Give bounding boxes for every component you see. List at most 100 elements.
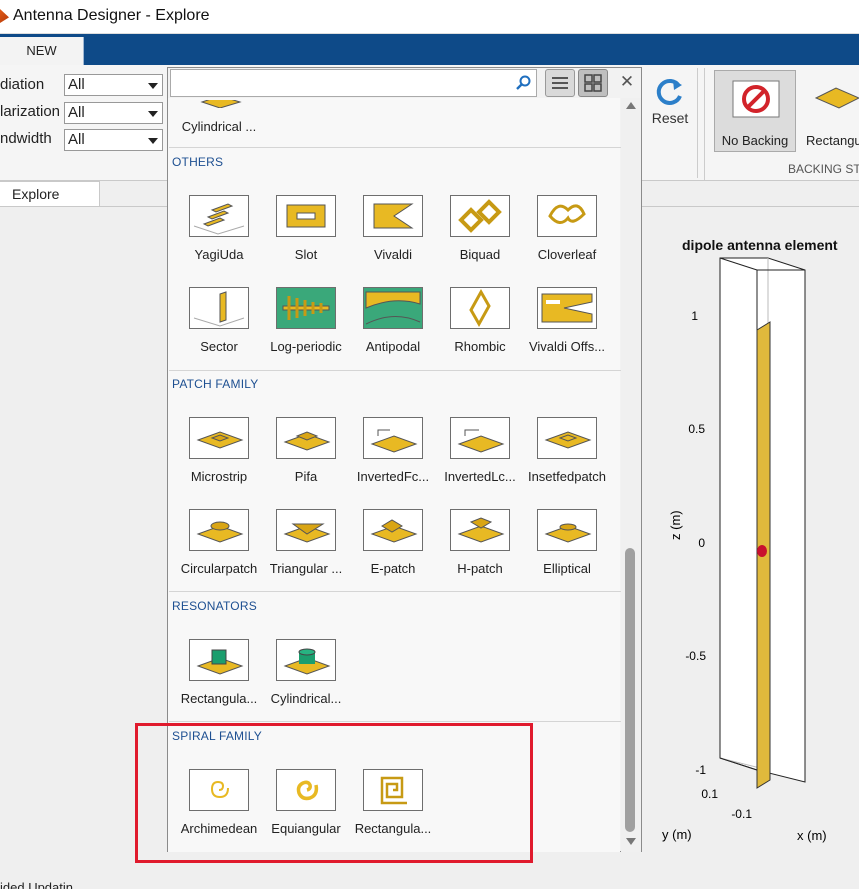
polarization-value: All: [68, 104, 85, 121]
sector-icon: [189, 287, 249, 329]
scroll-thumb[interactable]: [625, 548, 635, 832]
gallery-item-e-patch[interactable]: E-patch: [349, 509, 437, 597]
log-periodic-icon: [276, 287, 336, 329]
gallery-item-cylindrical-resonator[interactable]: Cylindrical...: [262, 639, 350, 727]
z-tick: 0.5: [688, 422, 705, 436]
scroll-down-icon[interactable]: [626, 838, 636, 845]
rectangular-plate-icon: [814, 87, 859, 109]
item-label: Cylindrical...: [270, 691, 342, 706]
gallery-item-slot[interactable]: Slot: [262, 195, 350, 283]
chevron-down-icon: [148, 138, 158, 144]
chevron-down-icon: [148, 83, 158, 89]
gallery-item-circularpatch[interactable]: Circularpatch: [175, 509, 263, 597]
invertedl-icon: [450, 417, 510, 459]
reset-icon: [656, 78, 682, 105]
no-entry-icon: [732, 80, 780, 118]
x-axis-label: x (m): [797, 828, 827, 843]
slot-icon: [276, 195, 336, 237]
invertedf-icon: [363, 417, 423, 459]
item-label: Sector: [200, 339, 238, 354]
yagiuda-icon: [189, 195, 249, 237]
item-label: Antipodal: [365, 339, 421, 354]
gallery-item-h-patch[interactable]: H-patch: [436, 509, 524, 597]
h-patch-icon: [450, 509, 510, 551]
gallery-item-rectangular-resonator[interactable]: Rectangula...: [175, 639, 263, 727]
tab-new[interactable]: NEW: [0, 37, 84, 65]
item-label: H-patch: [457, 561, 503, 576]
polarization-dropdown[interactable]: All: [64, 102, 163, 124]
gallery-item-rhombic[interactable]: Rhombic: [436, 287, 524, 375]
gallery-item-yagiuda[interactable]: YagiUda: [175, 195, 263, 283]
gallery-item-microstrip[interactable]: Microstrip: [175, 417, 263, 505]
rectangular-resonator-icon: [189, 639, 249, 681]
grid-view-icon: [584, 74, 602, 92]
cylindrical-resonator-icon: [276, 639, 336, 681]
radiation-value: All: [68, 76, 85, 93]
search-input[interactable]: [170, 69, 537, 97]
ribbon-tabstrip: [0, 34, 859, 65]
e-patch-icon: [363, 509, 423, 551]
list-view-icon: [552, 77, 568, 89]
cylindrical-icon: [200, 98, 242, 108]
item-label: InvertedLc...: [444, 469, 516, 484]
section-title-patch-family: PATCH FAMILY: [172, 377, 259, 391]
radiation-dropdown[interactable]: All: [64, 74, 163, 96]
item-label: InvertedFc...: [356, 469, 430, 484]
section-divider: [169, 591, 621, 592]
reset-label: Reset: [651, 110, 689, 126]
gallery-item-log-periodic[interactable]: Log-periodic: [262, 287, 350, 375]
gallery-item-triangular[interactable]: Triangular ...: [262, 509, 350, 597]
gallery-item-biquad[interactable]: Biquad: [436, 195, 524, 283]
gallery-item-cloverleaf[interactable]: Cloverleaf: [523, 195, 611, 283]
no-backing-label: No Backing: [721, 133, 789, 148]
cloverleaf-icon: [537, 195, 597, 237]
gallery-item-antipodal[interactable]: Antipodal: [349, 287, 437, 375]
reset-button[interactable]: Reset: [644, 70, 696, 140]
gallery-item-elliptical[interactable]: Elliptical: [523, 509, 611, 597]
item-label: Triangular ...: [269, 561, 343, 576]
item-label: Rectangula...: [180, 691, 258, 706]
gallery-item-insetfedpatch[interactable]: Insetfedpatch: [523, 417, 611, 505]
bandwidth-dropdown[interactable]: All: [64, 129, 163, 151]
section-title-resonators: RESONATORS: [172, 599, 257, 613]
y-axis-label: y (m): [662, 827, 692, 842]
search-icon[interactable]: [516, 75, 532, 91]
backing-group-title: BACKING ST: [788, 162, 859, 176]
spiral-family-highlight-box: [135, 723, 533, 863]
item-label: Slot: [294, 247, 318, 262]
antipodal-icon: [363, 287, 423, 329]
window-title: Antenna Designer - Explore: [13, 7, 210, 24]
list-view-button[interactable]: [545, 69, 575, 97]
close-icon[interactable]: ✕: [617, 72, 637, 92]
pifa-icon: [276, 417, 336, 459]
circularpatch-icon: [189, 509, 249, 551]
scroll-up-icon[interactable]: [626, 102, 636, 109]
gallery-item-invertedf[interactable]: InvertedFc...: [349, 417, 437, 505]
gallery-item-sector[interactable]: Sector: [175, 287, 263, 375]
item-label: Vivaldi Offs...: [528, 339, 606, 354]
item-label: Pifa: [294, 469, 318, 484]
grid-view-button[interactable]: [578, 69, 608, 97]
rectangular-backing-label: Rectangu: [806, 133, 859, 148]
z-tick: 1: [691, 309, 698, 323]
gallery-item-vivaldi-offset[interactable]: Vivaldi Offs...: [523, 287, 611, 375]
filter-label-bandwidth: ndwidth: [0, 130, 52, 147]
section-divider: [169, 370, 621, 371]
gallery-item-invertedl[interactable]: InvertedLc...: [436, 417, 524, 505]
item-label: YagiUda: [194, 247, 244, 262]
chevron-down-icon: [148, 111, 158, 117]
z-tick: -0.5: [685, 649, 706, 663]
tab-explore[interactable]: Explore: [0, 181, 100, 206]
item-label: Elliptical: [543, 561, 591, 576]
gallery-item-pifa[interactable]: Pifa: [262, 417, 350, 505]
partial-item-label[interactable]: Cylindrical ...: [175, 119, 263, 134]
gallery-item-vivaldi[interactable]: Vivaldi: [349, 195, 437, 283]
item-label: Vivaldi: [373, 247, 413, 262]
feed-point: [757, 545, 767, 557]
biquad-icon: [450, 195, 510, 237]
filter-label-polarization: larization: [0, 103, 61, 120]
triangular-icon: [276, 509, 336, 551]
toolstrip-divider: [697, 68, 698, 178]
partial-item-thumbnail[interactable]: [190, 98, 250, 108]
z-tick: -1: [695, 763, 706, 777]
